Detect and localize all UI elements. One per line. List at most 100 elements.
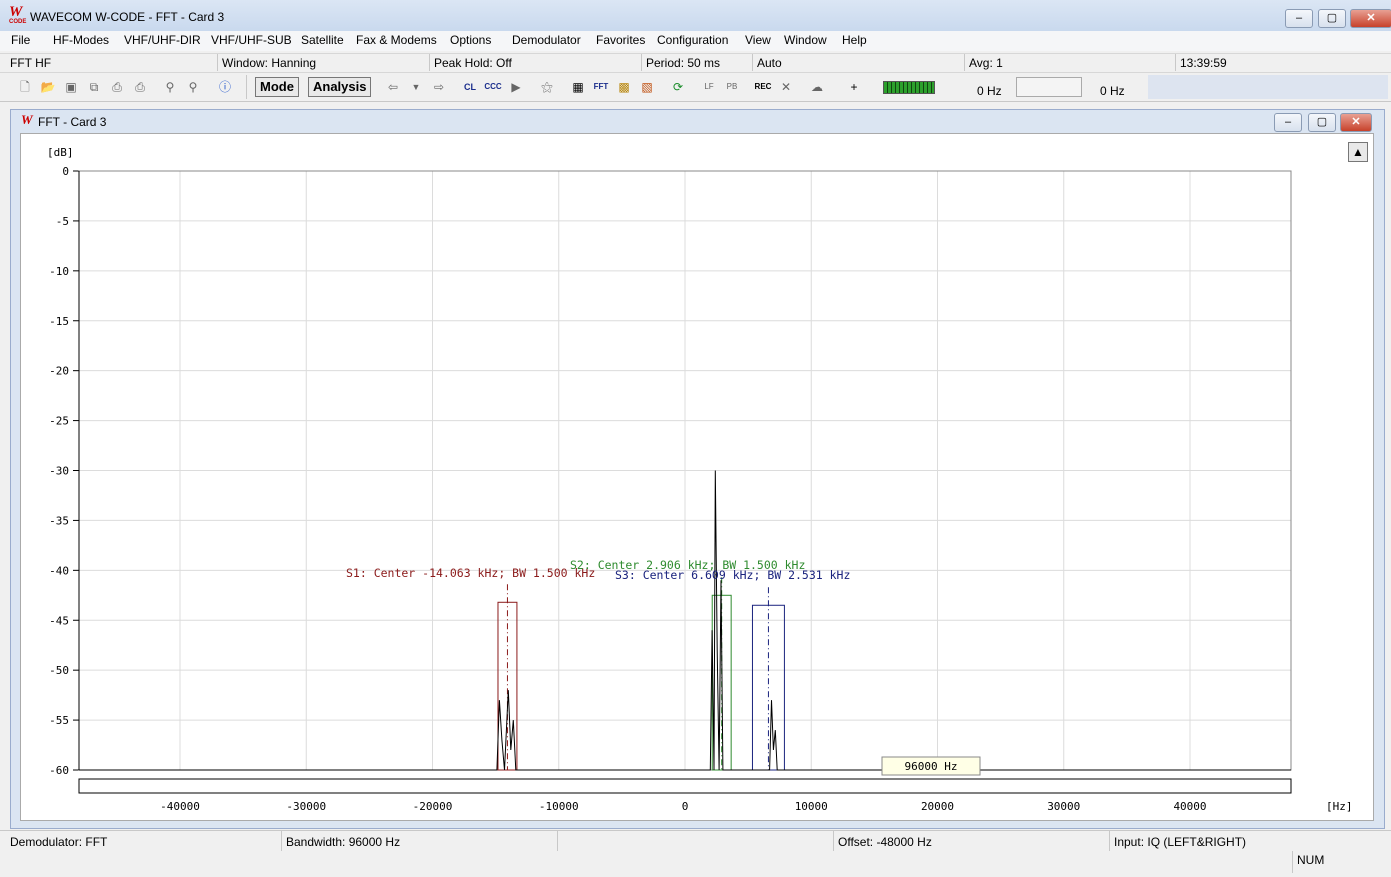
fft-plot-area[interactable]: 0 -5 -10 -15 -20 -25 -30 -35 -40 -45 -50 -55 -60 -400… bbox=[20, 133, 1374, 821]
save-icon[interactable]: ▣ bbox=[62, 79, 80, 95]
y-tick-label: -25 bbox=[49, 415, 69, 428]
menu-satellite[interactable]: Satellite bbox=[301, 33, 344, 47]
status-offset: Offset: -48000 Hz bbox=[838, 835, 932, 849]
toolbar: 🗋 📂 ▣ ⧉ ⎙ ⎙ ⚲ ⚲ ⓘ Mode Analysis ⇦ ▼ ⇨ CL… bbox=[0, 73, 1391, 102]
help-icon[interactable]: ⓘ bbox=[216, 79, 234, 95]
y-tick-label: -40 bbox=[49, 564, 69, 577]
info-divider bbox=[641, 54, 642, 71]
find-next-icon[interactable]: ⚲ bbox=[184, 79, 202, 95]
status-demodulator: Demodulator: FFT bbox=[10, 835, 108, 849]
close-button[interactable]: ✕ bbox=[1350, 9, 1391, 28]
back-arrow-icon[interactable]: ⇦ bbox=[384, 79, 402, 95]
refresh-icon[interactable]: ⟳ bbox=[669, 79, 687, 95]
menu-configuration[interactable]: Configuration bbox=[657, 33, 728, 47]
play-icon[interactable]: ▶ bbox=[507, 79, 525, 95]
ccc-icon[interactable]: CCC bbox=[484, 79, 502, 95]
inner-close-button[interactable]: ✕ bbox=[1340, 113, 1372, 132]
y-tick-label: -5 bbox=[56, 215, 69, 228]
x-tick-label: -20000 bbox=[413, 800, 453, 813]
frequency-left-readout: 0 Hz bbox=[977, 84, 1002, 98]
print-preview-icon[interactable]: ⎙ bbox=[131, 79, 149, 95]
menu-favorites[interactable]: Favorites bbox=[596, 33, 645, 47]
tuning-icon[interactable]: ⚝ bbox=[538, 79, 556, 95]
fft-icon[interactable]: FFT bbox=[592, 79, 610, 95]
info-window: Window: Hanning bbox=[222, 56, 317, 70]
status-bandwidth: Bandwidth: 96000 Hz bbox=[286, 835, 401, 849]
x-axis-label: [Hz] bbox=[1326, 800, 1353, 813]
y-tick-label: -60 bbox=[49, 764, 69, 777]
title-bar: W CODE WAVECOM W-CODE - FFT - Card 3 – ▢… bbox=[0, 0, 1391, 32]
toolbar-divider bbox=[246, 75, 247, 99]
y-tick-label: -55 bbox=[49, 714, 69, 727]
dropdown-arrow-icon[interactable]: ▼ bbox=[407, 79, 425, 95]
minimize-button[interactable]: – bbox=[1285, 9, 1313, 28]
bandwidth-indicator-label: 96000 Hz bbox=[905, 760, 958, 773]
x-tick-label: 30000 bbox=[1047, 800, 1080, 813]
info-divider bbox=[1175, 54, 1176, 71]
cloud-icon[interactable]: ☁ bbox=[808, 79, 826, 95]
fft-window-title: FFT - Card 3 bbox=[38, 115, 107, 129]
cl-icon[interactable]: CL bbox=[461, 79, 479, 95]
marker-icon[interactable]: + bbox=[845, 79, 863, 95]
print-icon[interactable]: ⎙ bbox=[108, 79, 126, 95]
collapse-arrow-button[interactable]: ▲ bbox=[1348, 142, 1368, 162]
inner-maximize-button[interactable]: ▢ bbox=[1308, 113, 1336, 132]
find-icon[interactable]: ⚲ bbox=[161, 79, 179, 95]
tuning-slider[interactable] bbox=[1016, 77, 1082, 97]
analysis-button[interactable]: Analysis bbox=[308, 77, 372, 97]
inner-minimize-button[interactable]: – bbox=[1274, 113, 1302, 132]
info-divider bbox=[964, 54, 965, 71]
menu-view[interactable]: View bbox=[745, 33, 771, 47]
menu-hf-modes[interactable]: HF-Modes bbox=[53, 33, 109, 47]
fft-chart[interactable]: 0 -5 -10 -15 -20 -25 -30 -35 -40 -45 -50 -55 -60 -400… bbox=[21, 134, 1373, 820]
menu-demodulator[interactable]: Demodulator bbox=[512, 33, 581, 47]
menu-help[interactable]: Help bbox=[842, 33, 867, 47]
info-avg: Avg: 1 bbox=[969, 56, 1003, 70]
status-num-lock: NUM bbox=[1297, 853, 1325, 867]
y-tick-label: -30 bbox=[49, 465, 69, 478]
status-bar: Demodulator: FFT Bandwidth: 96000 Hz Off… bbox=[0, 830, 1391, 877]
pb-icon[interactable]: PB bbox=[723, 79, 741, 95]
new-file-icon[interactable]: 🗋 bbox=[16, 79, 34, 95]
y-tick-label: -15 bbox=[49, 315, 69, 328]
x-tick-label: -30000 bbox=[286, 800, 326, 813]
waterfall-icon[interactable]: ▩ bbox=[615, 79, 633, 95]
copy-icon[interactable]: ⧉ bbox=[85, 79, 103, 95]
y-axis-label: [dB] bbox=[47, 146, 74, 159]
y-tick-label: -10 bbox=[49, 265, 69, 278]
record-icon[interactable]: REC bbox=[754, 79, 772, 95]
inner-window-logo: W bbox=[21, 112, 33, 127]
menu-options[interactable]: Options bbox=[450, 33, 491, 47]
maximize-button[interactable]: ▢ bbox=[1318, 9, 1346, 28]
status-divider bbox=[281, 831, 282, 851]
mute-icon[interactable]: ✕ bbox=[777, 79, 795, 95]
menu-vhf-uhf-sub[interactable]: VHF/UHF-SUB bbox=[211, 33, 292, 47]
lf-icon[interactable]: LF bbox=[700, 79, 718, 95]
status-input: Input: IQ (LEFT&RIGHT) bbox=[1114, 835, 1247, 849]
toolbar-empty-area bbox=[1148, 75, 1388, 99]
info-divider bbox=[429, 54, 430, 71]
status-divider bbox=[1292, 851, 1293, 873]
menu-window[interactable]: Window bbox=[784, 33, 827, 47]
x-tick-label: -40000 bbox=[160, 800, 200, 813]
x-tick-label: 0 bbox=[682, 800, 689, 813]
level-meter bbox=[883, 81, 935, 94]
x-tick-label: -10000 bbox=[539, 800, 579, 813]
x-scale-bar bbox=[78, 778, 1292, 794]
status-divider bbox=[833, 831, 834, 851]
y-tick-label: 0 bbox=[62, 165, 69, 178]
open-folder-icon[interactable]: 📂 bbox=[39, 79, 57, 95]
info-bar: FFT HF Window: Hanning Peak Hold: Off Pe… bbox=[0, 53, 1391, 73]
mode-button[interactable]: Mode bbox=[255, 77, 299, 97]
menu-file[interactable]: File bbox=[11, 33, 30, 47]
menu-vhf-uhf-dir[interactable]: VHF/UHF-DIR bbox=[124, 33, 201, 47]
sonagram-icon[interactable]: ▧ bbox=[638, 79, 656, 95]
app-title: WAVECOM W-CODE - FFT - Card 3 bbox=[30, 10, 225, 24]
info-mode: FFT HF bbox=[10, 56, 52, 70]
info-auto: Auto bbox=[757, 56, 782, 70]
menu-fax-modems[interactable]: Fax & Modems bbox=[356, 33, 437, 47]
y-tick-label: -45 bbox=[49, 614, 69, 627]
signal-label: S3: Center 6.609 kHz; BW 2.531 kHz bbox=[615, 568, 850, 582]
display-icon[interactable]: ▦ bbox=[569, 79, 587, 95]
forward-arrow-icon[interactable]: ⇨ bbox=[430, 79, 448, 95]
